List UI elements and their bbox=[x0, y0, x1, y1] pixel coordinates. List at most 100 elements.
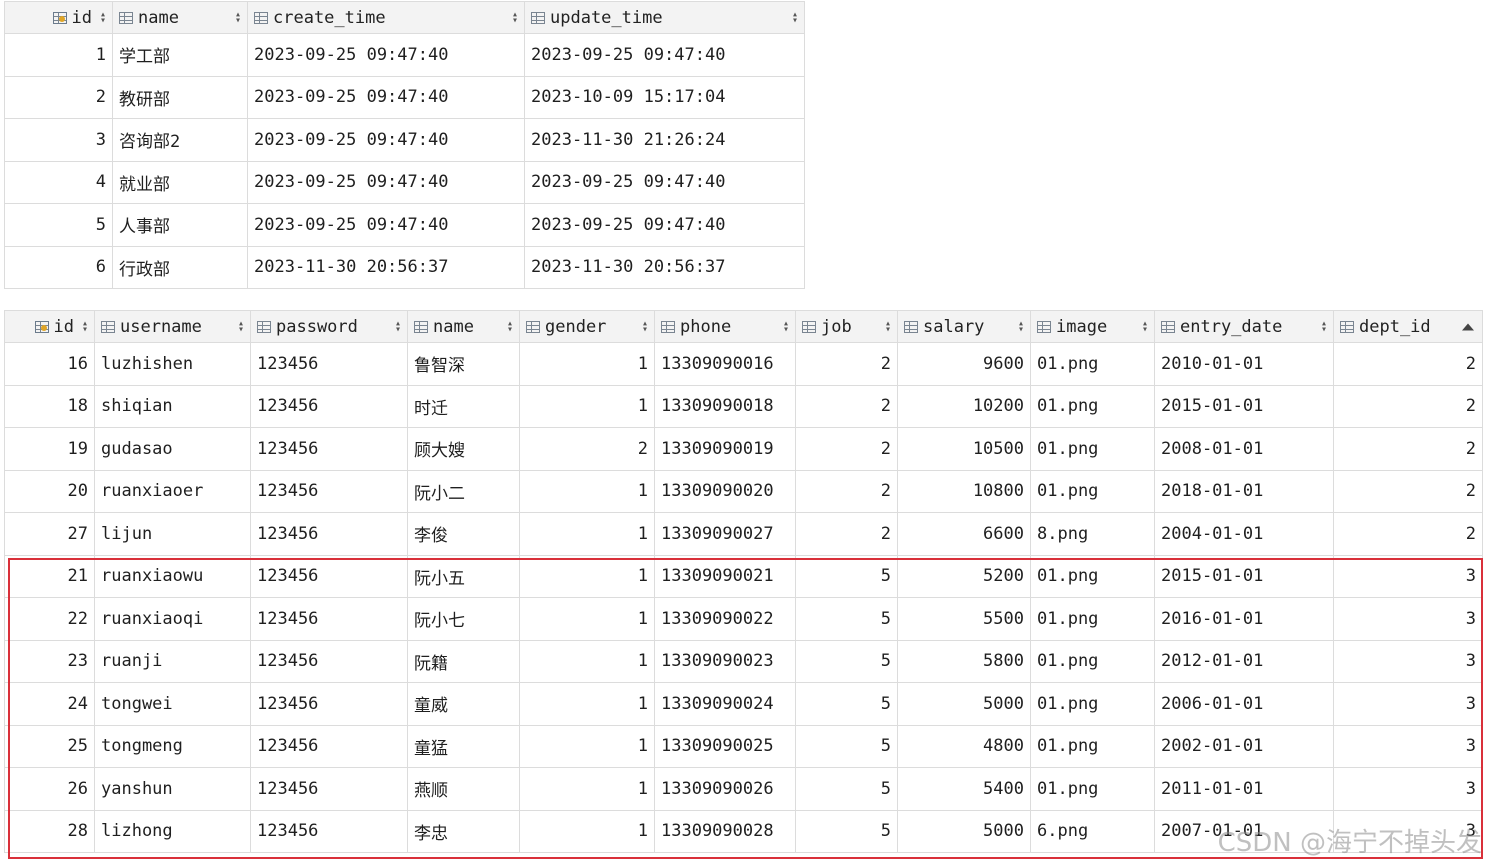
emp-cell-name[interactable]: 童威 bbox=[407, 682, 520, 726]
sort-toggle-icon[interactable]: ▴ ▾ bbox=[1018, 318, 1024, 334]
sort-toggle-icon[interactable]: ▴ ▾ bbox=[642, 318, 648, 334]
emp-cell-dept-id[interactable]: 2 bbox=[1333, 512, 1483, 556]
emp-table-row[interactable]: 16 luzhishen 123456 鲁智深 1 13309090016 2 9600 01.… bbox=[4, 342, 1483, 386]
emp-cell-entry-date[interactable]: 2011-01-01 bbox=[1154, 767, 1334, 811]
emp-col-header-entry-date[interactable]: entry_date ▴ ▾ bbox=[1154, 310, 1334, 343]
emp-cell-id[interactable]: 22 bbox=[4, 597, 95, 641]
emp-cell-dept-id[interactable]: 3 bbox=[1333, 809, 1483, 853]
emp-cell-phone[interactable]: 13309090022 bbox=[654, 597, 796, 641]
dept-cell-name[interactable]: 行政部 bbox=[112, 245, 248, 289]
dept-cell-id[interactable]: 6 bbox=[4, 245, 113, 289]
sort-toggle-icon[interactable]: ▴ ▾ bbox=[395, 318, 401, 334]
emp-cell-password[interactable]: 123456 bbox=[250, 469, 408, 513]
emp-cell-username[interactable]: gudasao bbox=[94, 427, 251, 471]
emp-cell-password[interactable]: 123456 bbox=[250, 384, 408, 428]
sort-toggle-icon[interactable]: ▴ ▾ bbox=[100, 9, 106, 25]
dept-cell-name[interactable]: 就业部 bbox=[112, 160, 248, 204]
emp-cell-salary[interactable]: 5000 bbox=[897, 682, 1031, 726]
emp-cell-entry-date[interactable]: 2015-01-01 bbox=[1154, 384, 1334, 428]
emp-cell-phone[interactable]: 13309090016 bbox=[654, 342, 796, 386]
dept-cell-name[interactable]: 咨询部2 bbox=[112, 118, 248, 162]
emp-cell-id[interactable]: 23 bbox=[4, 639, 95, 683]
emp-cell-salary[interactable]: 4800 bbox=[897, 724, 1031, 768]
emp-cell-job[interactable]: 5 bbox=[795, 767, 898, 811]
emp-table-row[interactable]: 22 ruanxiaoqi 123456 阮小七 1 13309090022 5 5500 01… bbox=[4, 597, 1483, 641]
emp-cell-salary[interactable]: 9600 bbox=[897, 342, 1031, 386]
dept-cell-id[interactable]: 3 bbox=[4, 118, 113, 162]
sort-toggle-icon[interactable]: ▴ ▾ bbox=[783, 318, 789, 334]
emp-cell-gender[interactable]: 1 bbox=[519, 639, 655, 683]
dept-cell-name[interactable]: 教研部 bbox=[112, 75, 248, 119]
emp-cell-job[interactable]: 2 bbox=[795, 427, 898, 471]
emp-cell-gender[interactable]: 1 bbox=[519, 597, 655, 641]
sort-toggle-icon[interactable]: ▴ ▾ bbox=[792, 9, 798, 25]
emp-cell-id[interactable]: 24 bbox=[4, 682, 95, 726]
emp-cell-username[interactable]: tongmeng bbox=[94, 724, 251, 768]
emp-cell-id[interactable]: 28 bbox=[4, 809, 95, 853]
dept-col-header-id[interactable]: id ▴ ▾ bbox=[4, 1, 113, 34]
emp-cell-id[interactable]: 26 bbox=[4, 767, 95, 811]
emp-table-row[interactable]: 18 shiqian 123456 时迁 1 13309090018 2 10200 01.pn… bbox=[4, 384, 1483, 428]
dept-cell-create-time[interactable]: 2023-09-25 09:47:40 bbox=[247, 118, 525, 162]
emp-table-row[interactable]: 21 ruanxiaowu 123456 阮小五 1 13309090021 5 5200 01… bbox=[4, 554, 1483, 598]
emp-cell-gender[interactable]: 1 bbox=[519, 512, 655, 556]
emp-cell-entry-date[interactable]: 2007-01-01 bbox=[1154, 809, 1334, 853]
emp-col-header-username[interactable]: username ▴ ▾ bbox=[94, 310, 251, 343]
emp-cell-id[interactable]: 18 bbox=[4, 384, 95, 428]
emp-cell-id[interactable]: 25 bbox=[4, 724, 95, 768]
emp-cell-entry-date[interactable]: 2010-01-01 bbox=[1154, 342, 1334, 386]
emp-cell-phone[interactable]: 13309090019 bbox=[654, 427, 796, 471]
emp-cell-dept-id[interactable]: 2 bbox=[1333, 427, 1483, 471]
emp-table-row[interactable]: 28 lizhong 123456 李忠 1 13309090028 5 5000 6.png 2… bbox=[4, 809, 1483, 853]
emp-cell-name[interactable]: 阮小七 bbox=[407, 597, 520, 641]
emp-cell-dept-id[interactable]: 3 bbox=[1333, 554, 1483, 598]
emp-cell-salary[interactable]: 10800 bbox=[897, 469, 1031, 513]
emp-cell-image[interactable]: 01.png bbox=[1030, 639, 1155, 683]
emp-cell-password[interactable]: 123456 bbox=[250, 427, 408, 471]
dept-table-row[interactable]: 4 就业部 2023-09-25 09:47:40 2023-09-25 09:47:… bbox=[4, 160, 805, 204]
emp-cell-entry-date[interactable]: 2018-01-01 bbox=[1154, 469, 1334, 513]
sort-toggle-icon[interactable]: ▴ ▾ bbox=[82, 318, 88, 334]
emp-cell-job[interactable]: 5 bbox=[795, 639, 898, 683]
emp-cell-image[interactable]: 01.png bbox=[1030, 384, 1155, 428]
emp-cell-gender[interactable]: 1 bbox=[519, 342, 655, 386]
emp-cell-dept-id[interactable]: 3 bbox=[1333, 682, 1483, 726]
emp-cell-gender[interactable]: 1 bbox=[519, 384, 655, 428]
emp-table-row[interactable]: 27 lijun 123456 李俊 1 13309090027 2 6600 8.png 200… bbox=[4, 512, 1483, 556]
emp-cell-username[interactable]: ruanxiaowu bbox=[94, 554, 251, 598]
emp-cell-name[interactable]: 时迁 bbox=[407, 384, 520, 428]
sort-toggle-icon[interactable]: ▴ ▾ bbox=[1142, 318, 1148, 334]
emp-cell-image[interactable]: 01.png bbox=[1030, 682, 1155, 726]
emp-cell-name[interactable]: 童猛 bbox=[407, 724, 520, 768]
dept-cell-update-time[interactable]: 2023-11-30 20:56:37 bbox=[524, 245, 805, 289]
emp-cell-salary[interactable]: 5500 bbox=[897, 597, 1031, 641]
emp-cell-password[interactable]: 123456 bbox=[250, 554, 408, 598]
emp-cell-phone[interactable]: 13309090027 bbox=[654, 512, 796, 556]
emp-cell-username[interactable]: luzhishen bbox=[94, 342, 251, 386]
emp-cell-name[interactable]: 顾大嫂 bbox=[407, 427, 520, 471]
emp-table-row[interactable]: 23 ruanji 123456 阮籍 1 13309090023 5 5800 01.png 2… bbox=[4, 639, 1483, 683]
sort-toggle-icon[interactable]: ▴ ▾ bbox=[235, 9, 241, 25]
emp-cell-job[interactable]: 5 bbox=[795, 809, 898, 853]
dept-cell-name[interactable]: 人事部 bbox=[112, 203, 248, 247]
emp-cell-image[interactable]: 01.png bbox=[1030, 554, 1155, 598]
sort-ascending-icon[interactable] bbox=[1462, 323, 1474, 330]
emp-cell-image[interactable]: 8.png bbox=[1030, 512, 1155, 556]
emp-table-row[interactable]: 24 tongwei 123456 童威 1 13309090024 5 5000 01.png… bbox=[4, 682, 1483, 726]
emp-cell-dept-id[interactable]: 3 bbox=[1333, 724, 1483, 768]
dept-table-row[interactable]: 6 行政部 2023-11-30 20:56:37 2023-11-30 20:56:… bbox=[4, 245, 805, 289]
emp-cell-phone[interactable]: 13309090026 bbox=[654, 767, 796, 811]
emp-cell-name[interactable]: 李俊 bbox=[407, 512, 520, 556]
emp-cell-gender[interactable]: 1 bbox=[519, 469, 655, 513]
dept-table-row[interactable]: 5 人事部 2023-09-25 09:47:40 2023-09-25 09:47:… bbox=[4, 203, 805, 247]
emp-cell-name[interactable]: 阮小二 bbox=[407, 469, 520, 513]
dept-cell-name[interactable]: 学工部 bbox=[112, 33, 248, 77]
emp-cell-username[interactable]: ruanxiaoer bbox=[94, 469, 251, 513]
emp-table-row[interactable]: 19 gudasao 123456 顾大嫂 2 13309090019 2 10500 01.p… bbox=[4, 427, 1483, 471]
dept-col-header-update-time[interactable]: update_time ▴ ▾ bbox=[524, 1, 805, 34]
emp-cell-image[interactable]: 01.png bbox=[1030, 724, 1155, 768]
emp-cell-job[interactable]: 2 bbox=[795, 469, 898, 513]
emp-col-header-gender[interactable]: gender ▴ ▾ bbox=[519, 310, 655, 343]
emp-cell-id[interactable]: 20 bbox=[4, 469, 95, 513]
emp-cell-name[interactable]: 阮小五 bbox=[407, 554, 520, 598]
